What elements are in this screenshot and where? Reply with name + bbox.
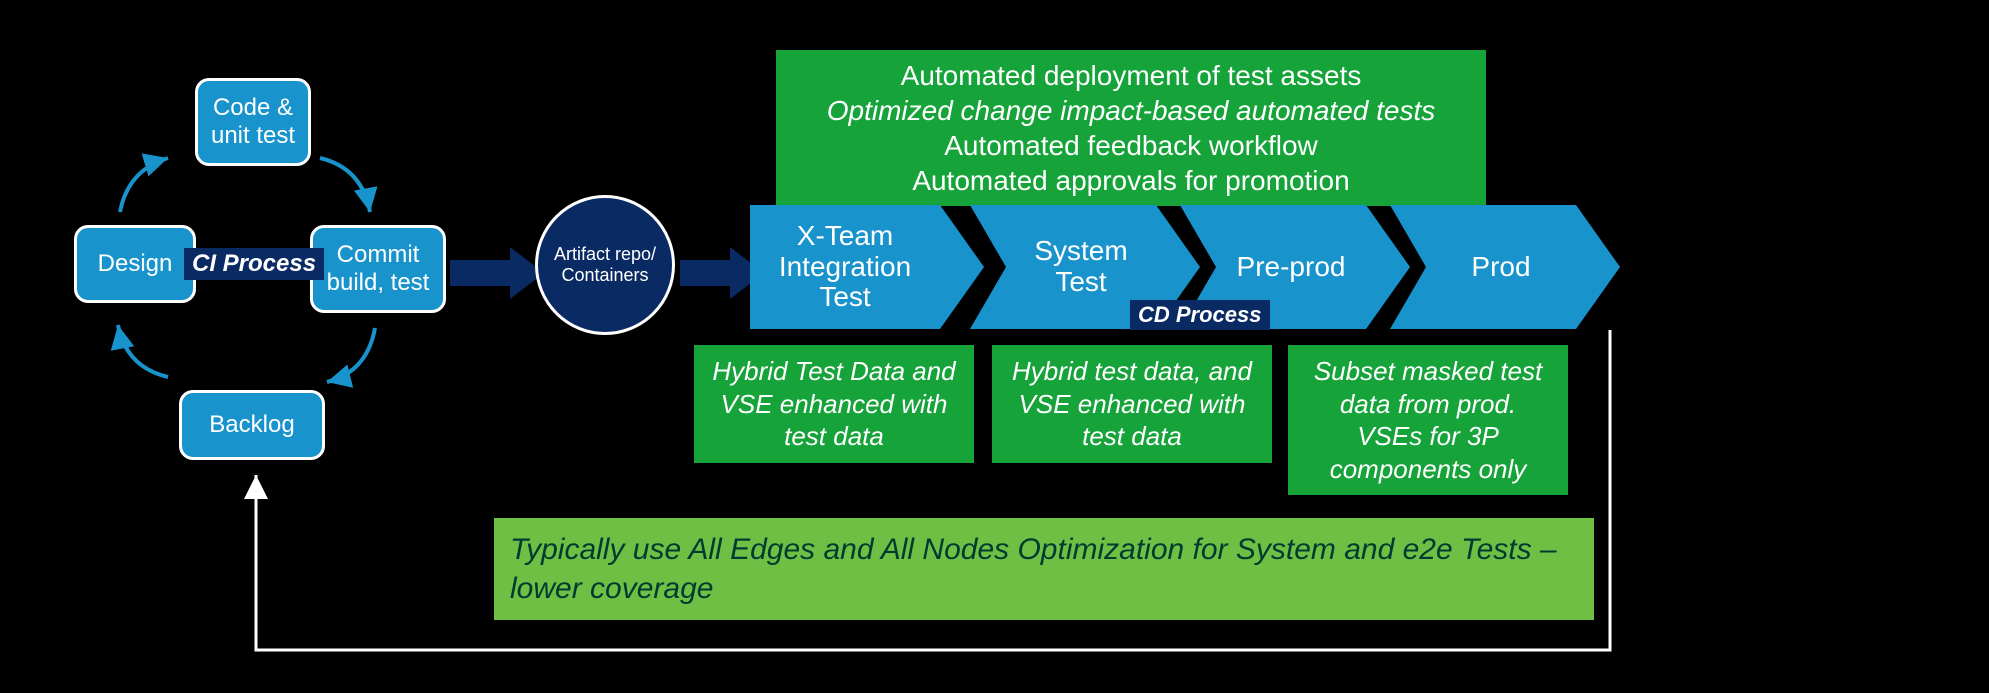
banner-line-4: Automated approvals for promotion bbox=[794, 163, 1468, 198]
ci-commit-box: Commit build, test bbox=[310, 225, 446, 313]
banner-line-3: Automated feedback workflow bbox=[794, 128, 1468, 163]
ci-code-unit-box: Code & unit test bbox=[195, 78, 311, 166]
chevron-xteam: X-Team Integration Test bbox=[750, 205, 984, 329]
ci-process-text: CI Process bbox=[192, 250, 316, 277]
chevron-system-label: System Test bbox=[1012, 236, 1150, 298]
feedback-arrow-prod-to-backlog bbox=[250, 330, 1620, 670]
chevron-prod: Prod bbox=[1390, 205, 1620, 329]
ci-design-label: Design bbox=[98, 250, 173, 278]
artifact-repo-label: Artifact repo/ Containers bbox=[538, 244, 672, 285]
banner-line-2: Optimized change impact-based automated … bbox=[794, 93, 1468, 128]
arrow-backlog-to-design bbox=[110, 315, 182, 387]
ci-code-unit-label: Code & unit test bbox=[206, 94, 300, 149]
artifact-repo-node: Artifact repo/ Containers bbox=[535, 195, 675, 335]
arrow-design-to-code bbox=[110, 150, 182, 222]
ci-design-box: Design bbox=[74, 225, 196, 303]
arrow-commit-to-artifact bbox=[450, 247, 544, 299]
ci-commit-label: Commit build, test bbox=[321, 241, 435, 296]
automation-banner: Automated deployment of test assets Opti… bbox=[776, 50, 1486, 206]
banner-line-1: Automated deployment of test assets bbox=[794, 58, 1468, 93]
chevron-preprod-label: Pre-prod bbox=[1237, 252, 1346, 283]
chevron-prod-label: Prod bbox=[1471, 252, 1530, 283]
chevron-xteam-label: X-Team Integration Test bbox=[756, 221, 934, 313]
ci-process-label: CI Process bbox=[184, 248, 324, 280]
cd-process-label: CD Process bbox=[1130, 300, 1270, 330]
cd-process-text: CD Process bbox=[1138, 302, 1262, 327]
arrow-code-to-commit bbox=[310, 150, 382, 222]
